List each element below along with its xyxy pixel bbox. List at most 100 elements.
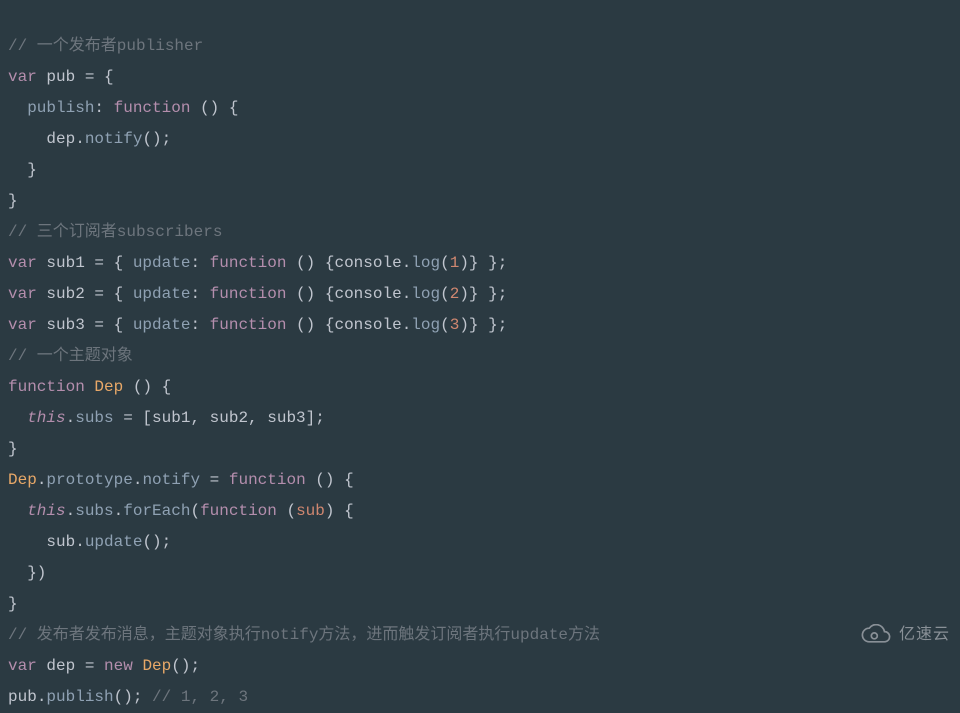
property: prototype: [46, 471, 132, 489]
property: update: [133, 254, 191, 272]
punct: }): [27, 564, 46, 582]
code-line: }: [8, 440, 18, 458]
identifier: pub: [8, 688, 37, 706]
builtin: console: [334, 254, 401, 272]
code-line: // 一个发布者publisher: [8, 37, 203, 55]
property: publish: [27, 99, 94, 117]
code-line: // 一个主题对象: [8, 347, 133, 365]
punct: .: [75, 533, 85, 551]
punct: (: [440, 316, 450, 334]
punct: .: [66, 502, 76, 520]
punct: (: [440, 254, 450, 272]
brace: }: [8, 595, 18, 613]
identifier: sub: [46, 533, 75, 551]
punct: )} };: [459, 316, 507, 334]
punct: :: [190, 285, 209, 303]
comment: // 三个订阅者subscribers: [8, 223, 222, 241]
code-line: function Dep () {: [8, 378, 171, 396]
identifier: pub: [46, 68, 75, 86]
keyword-var: var: [8, 285, 37, 303]
code-line: var sub3 = { update: function () {consol…: [8, 316, 507, 334]
punct: () {: [286, 285, 334, 303]
punct: .: [66, 409, 76, 427]
punct: () {: [190, 99, 238, 117]
identifier: [37, 68, 47, 86]
identifier: dep: [46, 130, 75, 148]
comment: // 1, 2, 3: [152, 688, 248, 706]
keyword-var: var: [8, 316, 37, 334]
punct: (: [440, 285, 450, 303]
parameter: sub: [296, 502, 325, 520]
property: subs: [75, 409, 113, 427]
code-line: sub.update();: [8, 533, 171, 551]
punct: ();: [171, 657, 200, 675]
indent: [8, 409, 27, 427]
method: update: [85, 533, 143, 551]
code-line: // 发布者发布消息，主题对象执行notify方法，进而触发订阅者执行updat…: [8, 626, 600, 644]
punct: () {: [286, 254, 334, 272]
code-line: var sub2 = { update: function () {consol…: [8, 285, 507, 303]
punct: .: [402, 254, 412, 272]
indent: [8, 502, 27, 520]
method: log: [411, 254, 440, 272]
function-name: Dep: [94, 378, 123, 396]
identifier: sub3 = {: [37, 316, 133, 334]
code-line: this.subs.forEach(function (sub) {: [8, 502, 354, 520]
watermark-text: 亿速云: [899, 619, 950, 650]
comment: // 发布者发布消息，主题对象执行notify方法，进而触发订阅者执行updat…: [8, 626, 600, 644]
code-line: pub.publish(); // 1, 2, 3: [8, 688, 248, 706]
keyword-function: function: [210, 316, 287, 334]
punct: ) {: [325, 502, 354, 520]
punct: (: [277, 502, 296, 520]
punct: () {: [306, 471, 354, 489]
keyword-function: function: [210, 254, 287, 272]
number: 2: [450, 285, 460, 303]
punct: .: [402, 285, 412, 303]
indent: [8, 99, 27, 117]
punct: = {: [75, 68, 113, 86]
punct: ();: [114, 688, 152, 706]
code-line: }): [8, 564, 46, 582]
code-line: }: [8, 161, 37, 179]
builtin: console: [334, 285, 401, 303]
brace: }: [8, 192, 18, 210]
comment: // 一个发布者publisher: [8, 37, 203, 55]
punct: .: [114, 502, 124, 520]
space: [85, 378, 95, 396]
keyword-var: var: [8, 657, 37, 675]
brace: }: [8, 440, 18, 458]
code-line: var dep = new Dep();: [8, 657, 200, 675]
indent: [8, 533, 46, 551]
punct: = [sub1, sub2, sub3];: [114, 409, 325, 427]
punct: ();: [142, 130, 171, 148]
code-line: dep.notify();: [8, 130, 171, 148]
punct: =: [200, 471, 229, 489]
property: notify: [142, 471, 200, 489]
identifier: sub1 = {: [37, 254, 133, 272]
comment: // 一个主题对象: [8, 347, 133, 365]
function-name: Dep: [142, 657, 171, 675]
keyword-function: function: [210, 285, 287, 303]
punct: )} };: [459, 254, 507, 272]
identifier: dep =: [37, 657, 104, 675]
code-line: }: [8, 595, 18, 613]
keyword-var: var: [8, 68, 37, 86]
punct: .: [37, 688, 47, 706]
method: publish: [46, 688, 113, 706]
code-line: publish: function () {: [8, 99, 238, 117]
code-line: Dep.prototype.notify = function () {: [8, 471, 354, 489]
punct: .: [402, 316, 412, 334]
punct: .: [75, 130, 85, 148]
punct: :: [190, 254, 209, 272]
keyword-this: this: [27, 409, 65, 427]
punct: .: [37, 471, 47, 489]
punct: () {: [286, 316, 334, 334]
punct: .: [133, 471, 143, 489]
indent: [8, 564, 27, 582]
indent: [8, 161, 27, 179]
property: update: [133, 316, 191, 334]
punct: (: [190, 502, 200, 520]
punct: ();: [142, 533, 171, 551]
indent: [8, 130, 46, 148]
keyword-function: function: [200, 502, 277, 520]
